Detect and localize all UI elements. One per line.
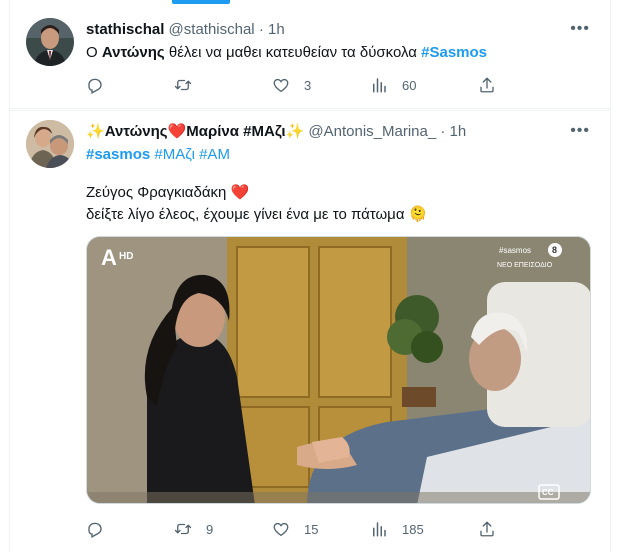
tweet-text-line: Ζεύγος Φραγκιαδάκη ❤️ — [86, 182, 249, 203]
avatar[interactable] — [26, 120, 74, 168]
tweet[interactable]: stathischal @stathischal · 1h ••• Ο Αντώ… — [10, 8, 610, 108]
heart-icon — [273, 522, 289, 537]
tweet-text-line: δείξτε λίγο έλεος, έχουμε γίνει ένα με τ… — [86, 204, 427, 225]
view-count: 60 — [402, 77, 417, 93]
timestamp[interactable]: 1h — [450, 123, 467, 140]
hashtag-line: #sasmos #ΜΑζι #AM — [86, 144, 230, 165]
overlay-subtitle: ΝΕΟ ΕΠΕΙΣΟΔΙΟ — [497, 262, 553, 269]
display-name-part: Μαρίνα #ΜΑζι — [186, 123, 286, 140]
heart-emoji: ❤️ — [167, 123, 187, 140]
text-bold-segment: Αντώνης — [101, 44, 165, 61]
cc-label: CC — [542, 488, 554, 497]
display-name[interactable]: ✨Αντώνης❤️Μαρίνα #ΜΑζι✨ — [86, 123, 304, 140]
share-icon — [480, 521, 494, 537]
tweet-media-image[interactable]: A HD #sasmos 8 ΝΕΟ ΕΠΕΙΣΟΔΙΟ CC — [86, 236, 591, 504]
share-button[interactable] — [478, 518, 510, 540]
divider — [10, 108, 610, 109]
timestamp[interactable]: 1h — [268, 21, 285, 38]
more-horizontal-icon[interactable]: ••• — [570, 122, 590, 140]
reply-button[interactable] — [86, 518, 118, 540]
heart-icon — [273, 78, 289, 93]
tweet-actions: 9 15 185 — [86, 518, 506, 540]
text-segment: Ο — [86, 44, 102, 61]
views-chart-icon — [373, 522, 386, 537]
handle[interactable]: @stathischal — [169, 21, 255, 38]
like-button[interactable]: 15 — [272, 518, 318, 540]
retweet-button[interactable]: 9 — [174, 518, 213, 540]
handle[interactable]: @Antonis_Marina_ — [308, 123, 436, 140]
sparkles-emoji: ✨ — [86, 123, 105, 140]
avatar[interactable] — [26, 18, 74, 66]
tweet-header: stathischal @stathischal · 1h — [86, 20, 285, 40]
share-icon — [480, 77, 494, 93]
top-bar — [0, 0, 625, 6]
reply-icon — [88, 522, 102, 538]
tweet-header: ✨Αντώνης❤️Μαρίνα #ΜΑζι✨ @Antonis_Marina_… — [86, 122, 466, 142]
svg-text:A: A — [101, 245, 117, 270]
view-count: 185 — [402, 521, 424, 537]
tweet-text: Ο Αντώνης θέλει να μαθει κατευθείαν τα δ… — [86, 42, 487, 63]
retweet-icon — [174, 523, 192, 535]
reply-button[interactable] — [86, 74, 118, 96]
heart-emoji: ❤️ — [230, 184, 250, 201]
more-horizontal-icon[interactable]: ••• — [570, 20, 590, 38]
active-tab-indicator — [172, 0, 230, 4]
reply-icon — [88, 78, 102, 94]
like-count: 15 — [304, 521, 319, 537]
share-button[interactable] — [478, 74, 510, 96]
retweet-icon — [174, 79, 192, 91]
tweet-actions: 3 60 — [86, 74, 506, 96]
overlay-hashtag: #sasmos — [499, 246, 531, 255]
display-name[interactable]: stathischal — [86, 21, 164, 38]
dot-separator: · — [258, 21, 264, 38]
hashtag-link[interactable]: #AM — [199, 146, 230, 163]
text-segment: Ζεύγος Φραγκιαδάκη — [86, 184, 227, 201]
retweet-count: 9 — [206, 521, 214, 537]
age-rating: 8 — [552, 245, 557, 255]
display-name-part: Αντώνης — [104, 123, 168, 140]
hashtag-link[interactable]: #Sasmos — [421, 44, 487, 61]
text-segment: δείξτε λίγο έλεος, έχουμε γίνει ένα με τ… — [86, 206, 405, 223]
hashtag-link[interactable]: #sasmos — [86, 146, 150, 163]
text-segment: θέλει να μαθει κατευθείαν τα δύσκολα — [164, 44, 422, 61]
like-count: 3 — [304, 77, 312, 93]
views-button[interactable]: 185 — [370, 518, 424, 540]
retweet-button[interactable] — [174, 74, 206, 96]
sparkles-emoji: ✨ — [285, 123, 305, 140]
dot-separator: · — [440, 123, 446, 140]
views-chart-icon — [373, 78, 386, 93]
hashtag-link[interactable]: #ΜΑζι — [154, 146, 195, 163]
like-button[interactable]: 3 — [272, 74, 311, 96]
views-button[interactable]: 60 — [370, 74, 416, 96]
timeline-border-right — [610, 0, 611, 552]
tweet[interactable]: ✨Αντώνης❤️Μαρίνα #ΜΑζι✨ @Antonis_Marina_… — [10, 110, 610, 552]
svg-text:HD: HD — [119, 251, 133, 262]
melting-face-emoji: 🫠 — [408, 206, 428, 223]
